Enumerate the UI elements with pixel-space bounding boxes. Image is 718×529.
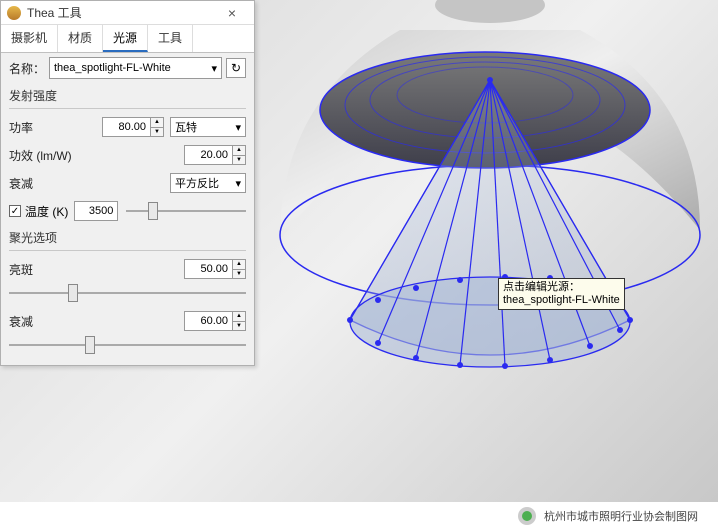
brightspot-slider-thumb[interactable] <box>68 284 78 302</box>
footer-bar: 杭州市城市照明行业协会制图网 <box>0 502 718 529</box>
temperature-checkbox[interactable] <box>9 205 21 217</box>
light-name-value: thea_spotlight-FL-White <box>54 62 171 74</box>
edit-light-tooltip: 点击编辑光源： thea_spotlight-FL-White <box>498 278 625 310</box>
wechat-icon <box>518 507 536 525</box>
temperature-label: 温度 (K) <box>25 203 68 220</box>
chevron-down-icon: ▾ <box>235 177 241 190</box>
chevron-down-icon: ▾ <box>235 121 241 134</box>
efficacy-input[interactable]: ▲▼ <box>184 145 246 165</box>
falloff-slider-thumb[interactable] <box>85 336 95 354</box>
spin-up-icon[interactable]: ▲ <box>232 259 246 269</box>
close-button[interactable]: × <box>216 2 248 24</box>
thea-icon <box>7 6 21 20</box>
emission-group-label: 发射强度 <box>1 83 254 106</box>
efficacy-label: 功效 (lm/W) <box>9 147 89 164</box>
divider <box>9 250 246 251</box>
power-input[interactable]: ▲▼ <box>102 117 164 137</box>
spot-group-label: 聚光选项 <box>1 225 254 248</box>
spin-up-icon[interactable]: ▲ <box>150 117 164 127</box>
tab-tool[interactable]: 工具 <box>148 25 193 52</box>
falloff-slider[interactable] <box>9 335 246 355</box>
temperature-slider-thumb[interactable] <box>148 202 158 220</box>
decay-value: 平方反比 <box>175 175 219 191</box>
refresh-button[interactable]: ↻ <box>226 58 246 78</box>
brightspot-input[interactable]: ▲▼ <box>184 259 246 279</box>
decay-select[interactable]: 平方反比 ▾ <box>170 173 246 193</box>
footer-text: 杭州市城市照明行业协会制图网 <box>544 508 698 524</box>
tab-material[interactable]: 材质 <box>58 25 103 52</box>
brightspot-label: 亮斑 <box>9 261 69 278</box>
power-label: 功率 <box>9 119 69 136</box>
spin-up-icon[interactable]: ▲ <box>232 311 246 321</box>
chevron-down-icon: ▾ <box>211 62 217 75</box>
spin-down-icon[interactable]: ▼ <box>232 321 246 331</box>
falloff-field[interactable] <box>184 311 232 331</box>
power-unit-value: 瓦特 <box>175 119 197 135</box>
temperature-field[interactable] <box>74 201 118 221</box>
efficacy-field[interactable] <box>184 145 232 165</box>
titlebar[interactable]: Thea 工具 × <box>1 1 254 25</box>
tooltip-line2: thea_spotlight-FL-White <box>503 294 620 307</box>
tooltip-line1: 点击编辑光源： <box>503 281 620 294</box>
power-unit-select[interactable]: 瓦特 ▾ <box>170 117 246 137</box>
power-field[interactable] <box>102 117 150 137</box>
name-label: 名称： <box>9 60 49 77</box>
tab-light[interactable]: 光源 <box>103 25 148 52</box>
window-title: Thea 工具 <box>27 4 216 21</box>
decay-label: 衰减 <box>9 175 69 192</box>
tab-camera[interactable]: 摄影机 <box>1 25 58 52</box>
falloff-input[interactable]: ▲▼ <box>184 311 246 331</box>
falloff-label: 衰减 <box>9 313 69 330</box>
spin-up-icon[interactable]: ▲ <box>232 145 246 155</box>
divider <box>9 108 246 109</box>
brightspot-field[interactable] <box>184 259 232 279</box>
spin-down-icon[interactable]: ▼ <box>150 127 164 137</box>
brightspot-slider[interactable] <box>9 283 246 303</box>
thea-tools-panel: Thea 工具 × 摄影机 材质 光源 工具 名称： thea_spotligh… <box>0 0 255 366</box>
spin-down-icon[interactable]: ▼ <box>232 269 246 279</box>
spin-down-icon[interactable]: ▼ <box>232 155 246 165</box>
light-name-select[interactable]: thea_spotlight-FL-White ▾ <box>49 57 222 79</box>
tabs: 摄影机 材质 光源 工具 <box>1 25 254 53</box>
